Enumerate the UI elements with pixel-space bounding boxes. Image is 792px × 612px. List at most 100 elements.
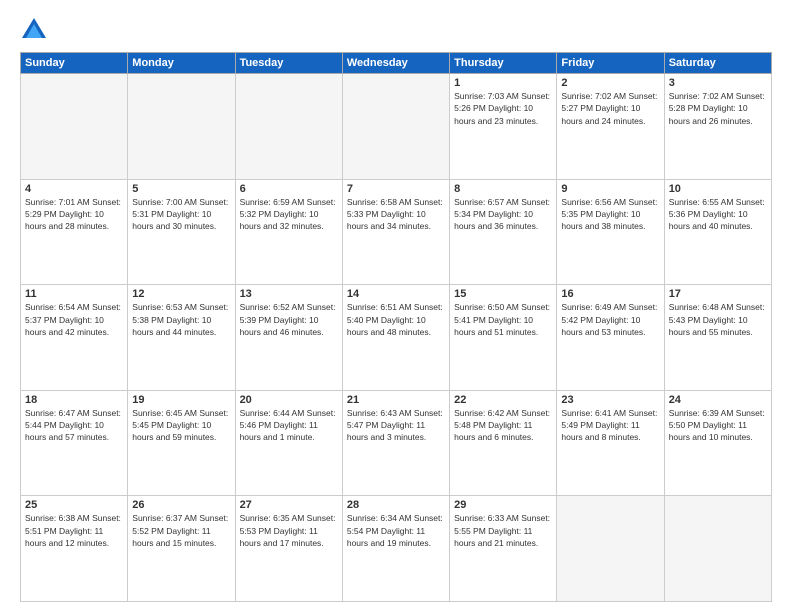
day-detail: Sunrise: 7:03 AM Sunset: 5:26 PM Dayligh…: [454, 90, 552, 127]
calendar-cell: 26Sunrise: 6:37 AM Sunset: 5:52 PM Dayli…: [128, 496, 235, 602]
calendar-cell: [128, 74, 235, 180]
calendar-cell: 23Sunrise: 6:41 AM Sunset: 5:49 PM Dayli…: [557, 390, 664, 496]
calendar-cell: 15Sunrise: 6:50 AM Sunset: 5:41 PM Dayli…: [450, 285, 557, 391]
calendar-cell: 12Sunrise: 6:53 AM Sunset: 5:38 PM Dayli…: [128, 285, 235, 391]
day-number: 14: [347, 288, 445, 300]
calendar-cell: 25Sunrise: 6:38 AM Sunset: 5:51 PM Dayli…: [21, 496, 128, 602]
weekday-header: Wednesday: [342, 53, 449, 74]
day-number: 10: [669, 183, 767, 195]
calendar-cell: 28Sunrise: 6:34 AM Sunset: 5:54 PM Dayli…: [342, 496, 449, 602]
day-detail: Sunrise: 6:49 AM Sunset: 5:42 PM Dayligh…: [561, 301, 659, 338]
day-number: 27: [240, 499, 338, 511]
day-detail: Sunrise: 6:43 AM Sunset: 5:47 PM Dayligh…: [347, 407, 445, 444]
day-number: 23: [561, 394, 659, 406]
calendar-week-row: 18Sunrise: 6:47 AM Sunset: 5:44 PM Dayli…: [21, 390, 772, 496]
weekday-header: Sunday: [21, 53, 128, 74]
day-number: 25: [25, 499, 123, 511]
day-number: 1: [454, 77, 552, 89]
day-number: 29: [454, 499, 552, 511]
day-detail: Sunrise: 6:50 AM Sunset: 5:41 PM Dayligh…: [454, 301, 552, 338]
day-number: 12: [132, 288, 230, 300]
weekday-header: Thursday: [450, 53, 557, 74]
calendar-cell: [342, 74, 449, 180]
calendar-cell: [557, 496, 664, 602]
calendar-cell: 4Sunrise: 7:01 AM Sunset: 5:29 PM Daylig…: [21, 179, 128, 285]
day-number: 26: [132, 499, 230, 511]
day-number: 21: [347, 394, 445, 406]
calendar-header-row: SundayMondayTuesdayWednesdayThursdayFrid…: [21, 53, 772, 74]
calendar-cell: 11Sunrise: 6:54 AM Sunset: 5:37 PM Dayli…: [21, 285, 128, 391]
calendar-cell: 3Sunrise: 7:02 AM Sunset: 5:28 PM Daylig…: [664, 74, 771, 180]
day-detail: Sunrise: 6:48 AM Sunset: 5:43 PM Dayligh…: [669, 301, 767, 338]
day-number: 2: [561, 77, 659, 89]
day-detail: Sunrise: 7:02 AM Sunset: 5:28 PM Dayligh…: [669, 90, 767, 127]
calendar-week-row: 4Sunrise: 7:01 AM Sunset: 5:29 PM Daylig…: [21, 179, 772, 285]
calendar-cell: 14Sunrise: 6:51 AM Sunset: 5:40 PM Dayli…: [342, 285, 449, 391]
day-number: 3: [669, 77, 767, 89]
header: [20, 16, 772, 44]
calendar-cell: 21Sunrise: 6:43 AM Sunset: 5:47 PM Dayli…: [342, 390, 449, 496]
weekday-header: Tuesday: [235, 53, 342, 74]
day-detail: Sunrise: 6:53 AM Sunset: 5:38 PM Dayligh…: [132, 301, 230, 338]
day-detail: Sunrise: 6:51 AM Sunset: 5:40 PM Dayligh…: [347, 301, 445, 338]
calendar-cell: 7Sunrise: 6:58 AM Sunset: 5:33 PM Daylig…: [342, 179, 449, 285]
weekday-header: Saturday: [664, 53, 771, 74]
day-detail: Sunrise: 6:58 AM Sunset: 5:33 PM Dayligh…: [347, 196, 445, 233]
calendar-cell: 29Sunrise: 6:33 AM Sunset: 5:55 PM Dayli…: [450, 496, 557, 602]
day-detail: Sunrise: 6:59 AM Sunset: 5:32 PM Dayligh…: [240, 196, 338, 233]
calendar-table: SundayMondayTuesdayWednesdayThursdayFrid…: [20, 52, 772, 602]
day-number: 11: [25, 288, 123, 300]
day-number: 4: [25, 183, 123, 195]
weekday-header: Monday: [128, 53, 235, 74]
day-number: 7: [347, 183, 445, 195]
logo: [20, 16, 50, 44]
day-detail: Sunrise: 6:54 AM Sunset: 5:37 PM Dayligh…: [25, 301, 123, 338]
day-number: 6: [240, 183, 338, 195]
calendar-cell: 13Sunrise: 6:52 AM Sunset: 5:39 PM Dayli…: [235, 285, 342, 391]
calendar-cell: 20Sunrise: 6:44 AM Sunset: 5:46 PM Dayli…: [235, 390, 342, 496]
day-number: 17: [669, 288, 767, 300]
weekday-header: Friday: [557, 53, 664, 74]
day-number: 8: [454, 183, 552, 195]
calendar-cell: 24Sunrise: 6:39 AM Sunset: 5:50 PM Dayli…: [664, 390, 771, 496]
calendar-cell: 5Sunrise: 7:00 AM Sunset: 5:31 PM Daylig…: [128, 179, 235, 285]
day-detail: Sunrise: 6:56 AM Sunset: 5:35 PM Dayligh…: [561, 196, 659, 233]
day-detail: Sunrise: 6:38 AM Sunset: 5:51 PM Dayligh…: [25, 512, 123, 549]
calendar-cell: 2Sunrise: 7:02 AM Sunset: 5:27 PM Daylig…: [557, 74, 664, 180]
day-detail: Sunrise: 6:34 AM Sunset: 5:54 PM Dayligh…: [347, 512, 445, 549]
day-detail: Sunrise: 6:47 AM Sunset: 5:44 PM Dayligh…: [25, 407, 123, 444]
day-number: 19: [132, 394, 230, 406]
day-detail: Sunrise: 6:33 AM Sunset: 5:55 PM Dayligh…: [454, 512, 552, 549]
day-number: 9: [561, 183, 659, 195]
calendar-cell: 1Sunrise: 7:03 AM Sunset: 5:26 PM Daylig…: [450, 74, 557, 180]
day-detail: Sunrise: 6:39 AM Sunset: 5:50 PM Dayligh…: [669, 407, 767, 444]
calendar-cell: [235, 74, 342, 180]
day-number: 20: [240, 394, 338, 406]
day-detail: Sunrise: 6:42 AM Sunset: 5:48 PM Dayligh…: [454, 407, 552, 444]
day-detail: Sunrise: 6:45 AM Sunset: 5:45 PM Dayligh…: [132, 407, 230, 444]
calendar-cell: 18Sunrise: 6:47 AM Sunset: 5:44 PM Dayli…: [21, 390, 128, 496]
calendar-cell: 8Sunrise: 6:57 AM Sunset: 5:34 PM Daylig…: [450, 179, 557, 285]
logo-icon: [20, 16, 48, 44]
day-detail: Sunrise: 6:57 AM Sunset: 5:34 PM Dayligh…: [454, 196, 552, 233]
calendar-cell: 22Sunrise: 6:42 AM Sunset: 5:48 PM Dayli…: [450, 390, 557, 496]
day-detail: Sunrise: 7:00 AM Sunset: 5:31 PM Dayligh…: [132, 196, 230, 233]
calendar-week-row: 11Sunrise: 6:54 AM Sunset: 5:37 PM Dayli…: [21, 285, 772, 391]
day-detail: Sunrise: 6:37 AM Sunset: 5:52 PM Dayligh…: [132, 512, 230, 549]
day-number: 24: [669, 394, 767, 406]
calendar-cell: 10Sunrise: 6:55 AM Sunset: 5:36 PM Dayli…: [664, 179, 771, 285]
calendar-cell: 17Sunrise: 6:48 AM Sunset: 5:43 PM Dayli…: [664, 285, 771, 391]
day-detail: Sunrise: 6:55 AM Sunset: 5:36 PM Dayligh…: [669, 196, 767, 233]
day-number: 28: [347, 499, 445, 511]
day-number: 13: [240, 288, 338, 300]
calendar-cell: 27Sunrise: 6:35 AM Sunset: 5:53 PM Dayli…: [235, 496, 342, 602]
day-number: 22: [454, 394, 552, 406]
day-number: 5: [132, 183, 230, 195]
day-detail: Sunrise: 6:44 AM Sunset: 5:46 PM Dayligh…: [240, 407, 338, 444]
page: SundayMondayTuesdayWednesdayThursdayFrid…: [0, 0, 792, 612]
day-number: 18: [25, 394, 123, 406]
day-detail: Sunrise: 6:35 AM Sunset: 5:53 PM Dayligh…: [240, 512, 338, 549]
calendar-cell: [21, 74, 128, 180]
calendar-cell: 9Sunrise: 6:56 AM Sunset: 5:35 PM Daylig…: [557, 179, 664, 285]
day-number: 16: [561, 288, 659, 300]
